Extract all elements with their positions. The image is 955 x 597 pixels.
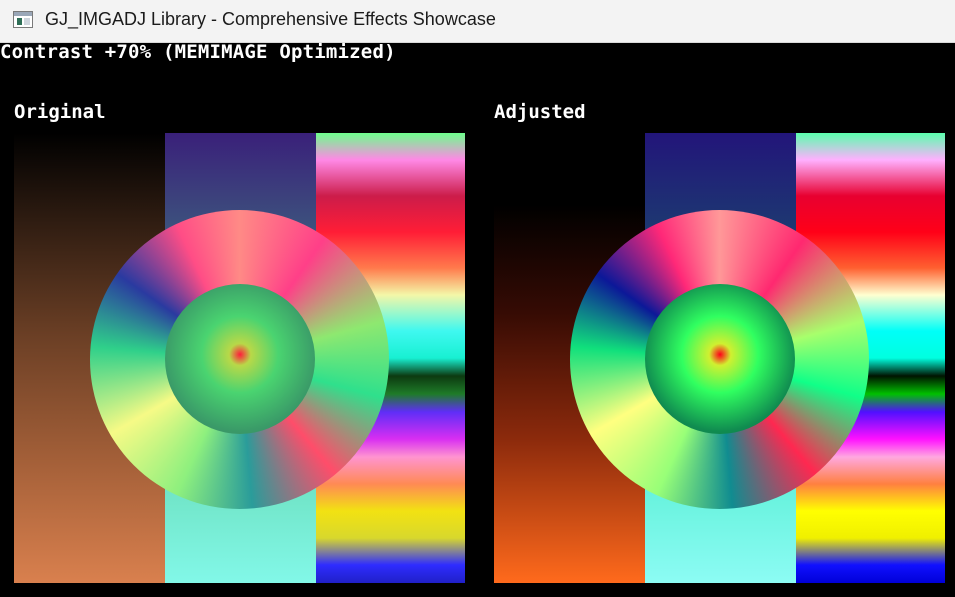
effect-title: Contrast +70% (MEMIMAGE Optimized) (0, 41, 396, 63)
app-window-icon[interactable] (13, 11, 33, 28)
adjusted-label: Adjusted (494, 101, 586, 123)
original-image (14, 133, 465, 583)
original-label: Original (14, 101, 106, 123)
canvas-area: Contrast +70% (MEMIMAGE Optimized) Origi… (0, 41, 955, 597)
app-window: GJ_IMGADJ Library - Comprehensive Effect… (0, 0, 955, 597)
window-title: GJ_IMGADJ Library - Comprehensive Effect… (45, 9, 496, 29)
title-bar[interactable]: GJ_IMGADJ Library - Comprehensive Effect… (0, 0, 955, 43)
adjusted-image (494, 133, 945, 583)
